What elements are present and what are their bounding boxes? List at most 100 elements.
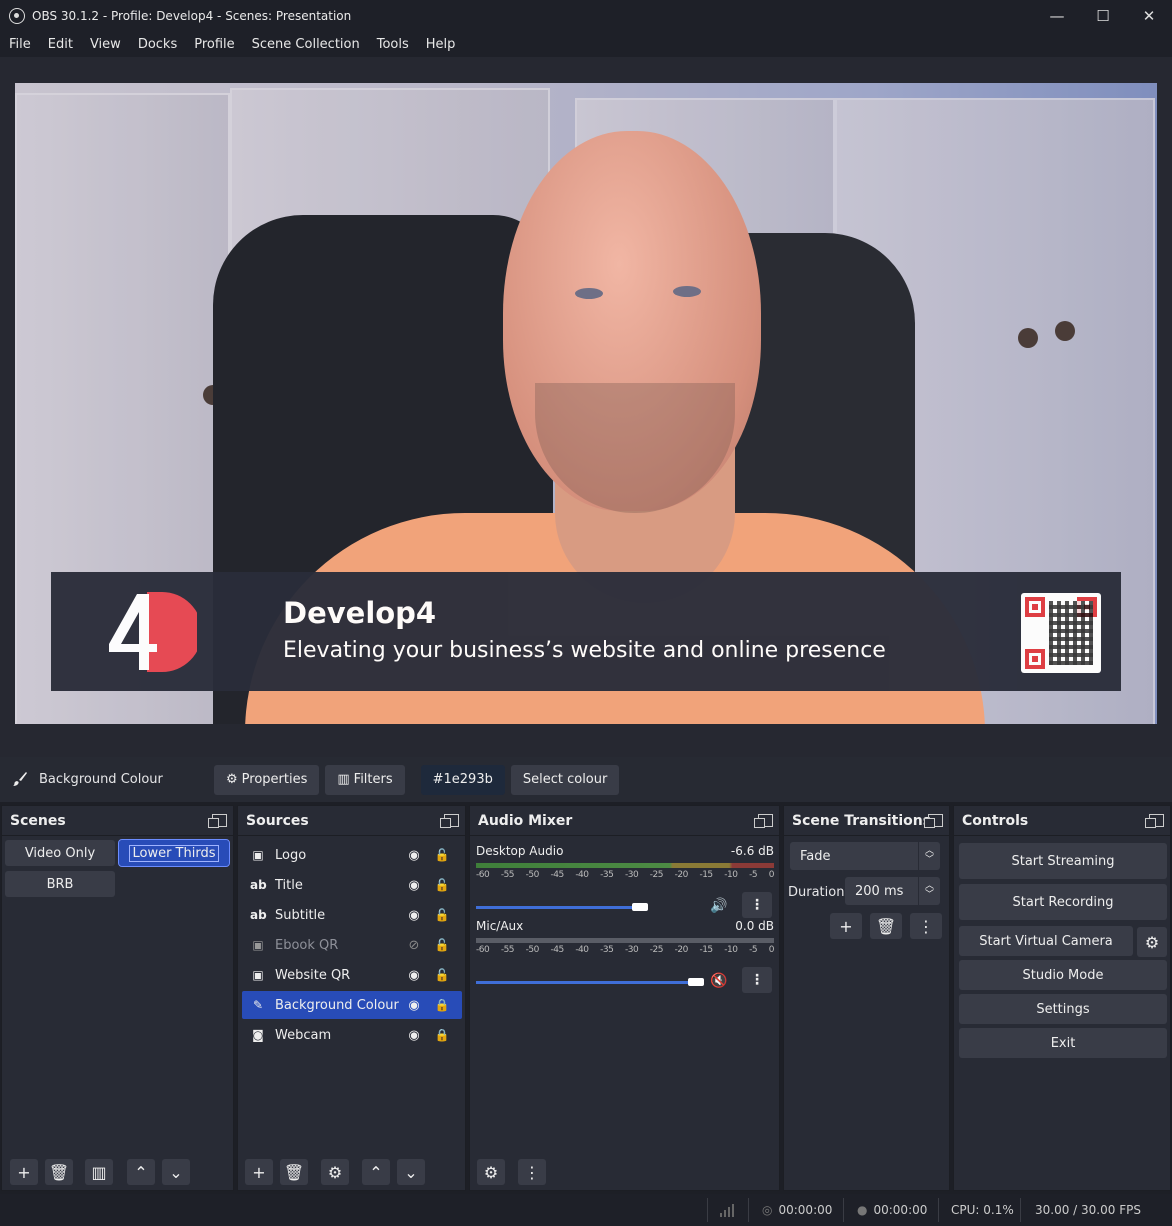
eye-hidden-icon[interactable]: ⊘ (404, 938, 424, 953)
channel-db: -6.6 dB (730, 844, 774, 858)
gear-icon: ⚙ (1144, 932, 1160, 952)
record-icon: ● (857, 1203, 868, 1217)
updown-icon[interactable]: ︿ ﹀ (918, 877, 940, 905)
minimize-button[interactable]: — (1034, 0, 1080, 31)
menu-tools[interactable]: Tools (377, 37, 409, 52)
scenes-dock: Scenes Video Only Lower Thirds BRB + 🗑 ▥… (1, 805, 234, 1191)
eye-icon[interactable]: ◉ (404, 848, 424, 863)
move-scene-up-button[interactable]: ⌃ (127, 1159, 155, 1185)
menu-file[interactable]: File (9, 37, 31, 52)
channel-menu-button[interactable]: ⋮ (742, 967, 772, 993)
scenes-title: Scenes (10, 812, 66, 829)
add-transition-button[interactable]: + (830, 913, 862, 939)
source-row-title[interactable]: ab Title ◉ 🔓 (242, 871, 462, 899)
close-button[interactable]: ✕ (1126, 0, 1172, 31)
remove-scene-button[interactable]: 🗑 (45, 1159, 73, 1185)
transition-menu-button[interactable]: ⋮ (910, 913, 942, 939)
lock-icon[interactable]: 🔒 (432, 998, 452, 1012)
start-recording-button[interactable]: Start Recording (959, 884, 1167, 920)
unlock-icon[interactable]: 🔓 (432, 968, 452, 982)
image-icon: ▣ (252, 938, 264, 952)
preview-canvas[interactable]: Develop4 Elevating your business’s websi… (15, 83, 1157, 724)
fps-readout: 30.00 / 30.00 FPS (1035, 1203, 1141, 1217)
channel-menu-button[interactable]: ⋮ (742, 892, 772, 918)
qr-code-icon (1021, 593, 1101, 673)
studio-mode-button[interactable]: Studio Mode (959, 960, 1167, 990)
menu-docks[interactable]: Docks (138, 37, 177, 52)
volume-slider-handle[interactable] (632, 903, 648, 911)
scene-filters-button[interactable]: ▥ (85, 1159, 113, 1185)
scene-brb[interactable]: BRB (5, 871, 115, 897)
source-row-subtitle[interactable]: ab Subtitle ◉ 🔓 (242, 901, 462, 929)
popout-icon[interactable] (440, 814, 459, 828)
updown-icon: ︿ ﹀ (918, 842, 940, 870)
menu-help[interactable]: Help (426, 37, 456, 52)
scene-lower-thirds[interactable]: Lower Thirds (118, 839, 230, 867)
eye-icon[interactable]: ◉ (404, 908, 424, 923)
eye-icon[interactable]: ◉ (404, 968, 424, 983)
menu-edit[interactable]: Edit (48, 37, 73, 52)
audio-mixer-title: Audio Mixer (478, 812, 573, 829)
lock-icon[interactable]: 🔒 (432, 1028, 452, 1042)
popout-icon[interactable] (924, 814, 943, 828)
text-icon: ab (250, 878, 267, 892)
duration-spinbox[interactable]: 200 ms ︿ ﹀ (845, 877, 940, 905)
select-colour-button[interactable]: Select colour (510, 764, 620, 795)
gear-icon: ⚙ (483, 1162, 499, 1182)
filters-button[interactable]: ▥ Filters (325, 764, 405, 795)
lower-third-tagline: Elevating your business’s website and on… (283, 638, 886, 663)
popout-icon[interactable] (754, 814, 773, 828)
menu-scene-collection[interactable]: Scene Collection (252, 37, 360, 52)
properties-button[interactable]: ⚙ Properties (214, 764, 320, 795)
volume-slider-handle[interactable] (688, 978, 704, 986)
eye-icon[interactable]: ◉ (404, 998, 424, 1013)
speaker-muted-icon[interactable]: 🔇 (710, 973, 727, 989)
source-row-logo[interactable]: ▣ Logo ◉ 🔓 (242, 841, 462, 869)
unlock-icon[interactable]: 🔓 (432, 908, 452, 922)
source-row-webcam[interactable]: ◙ Webcam ◉ 🔒 (242, 1021, 462, 1049)
add-scene-button[interactable]: + (10, 1159, 38, 1185)
chevron-up-icon: ⌃ (369, 1162, 383, 1182)
source-row-background-colour[interactable]: ✎ Background Colour ◉ 🔒 (242, 991, 462, 1019)
maximize-button[interactable]: ☐ (1080, 0, 1126, 31)
stream-time: 00:00:00 (778, 1203, 833, 1217)
source-row-website-qr[interactable]: ▣ Website QR ◉ 🔓 (242, 961, 462, 989)
settings-button[interactable]: Settings (959, 994, 1167, 1024)
transition-select[interactable]: Fade ︿ ﹀ (790, 842, 940, 870)
chevron-down-icon: ⌄ (404, 1162, 418, 1182)
start-virtual-camera-button[interactable]: Start Virtual Camera (959, 926, 1133, 956)
unlock-icon[interactable]: 🔓 (432, 938, 452, 952)
unlock-icon[interactable]: 🔓 (432, 878, 452, 892)
volume-slider-fill[interactable] (476, 906, 636, 909)
eye-icon[interactable]: ◉ (404, 1028, 424, 1043)
move-source-down-button[interactable]: ⌄ (397, 1159, 425, 1185)
channel-name: Mic/Aux (476, 919, 524, 933)
exit-button[interactable]: Exit (959, 1028, 1167, 1058)
controls-title: Controls (962, 812, 1029, 829)
move-scene-down-button[interactable]: ⌄ (162, 1159, 190, 1185)
source-row-ebook-qr[interactable]: ▣ Ebook QR ⊘ 🔓 (242, 931, 462, 959)
eye-icon[interactable]: ◉ (404, 878, 424, 893)
volume-meter (476, 938, 774, 943)
source-properties-button[interactable]: ⚙ (321, 1159, 349, 1185)
menu-profile[interactable]: Profile (194, 37, 234, 52)
speaker-icon[interactable]: 🔊 (710, 898, 727, 914)
menu-view[interactable]: View (90, 37, 121, 52)
scene-video-only[interactable]: Video Only (5, 840, 115, 866)
popout-icon[interactable] (208, 814, 227, 828)
remove-source-button[interactable]: 🗑 (280, 1159, 308, 1185)
cabinet-knob (1055, 321, 1075, 341)
popout-icon[interactable] (1145, 814, 1164, 828)
move-source-up-button[interactable]: ⌃ (362, 1159, 390, 1185)
add-source-button[interactable]: + (245, 1159, 273, 1185)
start-streaming-button[interactable]: Start Streaming (959, 843, 1167, 879)
unlock-icon[interactable]: 🔓 (432, 848, 452, 862)
volume-slider-fill[interactable] (476, 981, 692, 984)
remove-transition-button[interactable]: 🗑 (870, 913, 902, 939)
context-source-name: Background Colour (39, 772, 163, 787)
title-bar: OBS 30.1.2 - Profile: Develop4 - Scenes:… (0, 0, 1172, 31)
mixer-settings-button[interactable]: ⚙ (477, 1159, 505, 1185)
channel-db: 0.0 dB (735, 919, 774, 933)
virtual-camera-settings-button[interactable]: ⚙ (1137, 927, 1167, 957)
mixer-menu-button[interactable]: ⋮ (518, 1159, 546, 1185)
